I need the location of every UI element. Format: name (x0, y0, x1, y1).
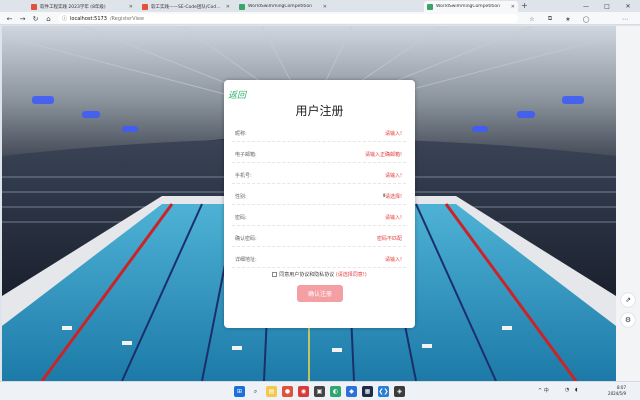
app-icon[interactable]: ▣ (314, 386, 325, 397)
tab-title: 软件工程实践 2023学年 (8年级) (40, 4, 106, 10)
page-title: 用户注册 (295, 104, 344, 118)
network-icon[interactable]: ◔ (565, 387, 569, 393)
email-input[interactable] (264, 148, 364, 160)
url-path: /RegisterView (109, 15, 145, 22)
tab-title: WorldSwimmingCompetition (248, 4, 312, 9)
search-icon[interactable]: ⌕ (250, 386, 261, 397)
system-tray[interactable]: ^ 中 (538, 387, 549, 394)
register-submit-button[interactable]: 确认注册 (297, 285, 343, 302)
register-card: 返回 用户注册 昵称: 请输入! 电子邮箱: 请输入正确邮箱! 手机号: 请输入… (224, 80, 415, 328)
nickname-input[interactable] (258, 127, 358, 139)
extensions-icon[interactable]: ⧉ (545, 14, 555, 24)
home-icon[interactable]: ⌂ (43, 13, 54, 24)
password-input[interactable] (258, 211, 358, 223)
tab-close-icon[interactable]: ✕ (511, 4, 515, 10)
field-address: 详细地址: 请输入! (232, 252, 406, 268)
settings-icon[interactable]: ⚙ (621, 313, 635, 327)
browser-tab-2[interactable]: 软工实践——SE-Code团队/Codeb... ✕ (139, 1, 233, 12)
tab-favicon-icon (427, 3, 433, 10)
volume-icon[interactable]: ◖ (575, 387, 578, 393)
tab-close-icon[interactable]: ✕ (129, 4, 133, 10)
confirm-password-input[interactable] (264, 232, 364, 244)
url-host: localhost:5173 (70, 15, 107, 22)
edge-browser-icon[interactable]: ◐ (330, 386, 341, 397)
app-icon[interactable]: ▦ (362, 386, 373, 397)
site-info-icon[interactable]: ⓘ (62, 15, 67, 22)
more-icon[interactable]: ⋯ (620, 14, 630, 24)
field-gender: 性别: ⬍ 请选择! (232, 189, 406, 205)
agreement-checkbox[interactable] (272, 272, 278, 277)
field-label: 手机号: (235, 173, 252, 179)
error-message: 请选择! (384, 194, 402, 200)
app-icon[interactable]: ◆ (346, 386, 357, 397)
error-message: 请输入! (384, 173, 402, 179)
reload-icon[interactable]: ↻ (30, 13, 41, 24)
tab-favicon-icon (31, 3, 37, 10)
favorites-icon[interactable]: ★ (563, 14, 573, 24)
address-toolbar: ← → ↻ ⌂ ⓘ localhost:5173/RegisterView ☆ … (0, 12, 640, 25)
tab-bar: 软件工程实践 2023学年 (8年级) ✕ 软工实践——SE-Code团队/Co… (0, 0, 640, 12)
field-nickname: 昵称: 请输入! (232, 126, 406, 142)
tab-close-icon[interactable]: ✕ (226, 4, 230, 10)
close-window-button[interactable]: ✕ (618, 0, 638, 12)
url-bar[interactable]: ⓘ localhost:5173/RegisterView (58, 14, 518, 23)
browser-tab-1[interactable]: 软件工程实践 2023学年 (8年级) ✕ (28, 1, 136, 12)
error-message: 密码不匹配 (376, 236, 402, 242)
address-input[interactable] (264, 253, 364, 265)
tab-favicon-icon (239, 3, 245, 10)
field-confirm-password: 确认密码: 密码不匹配 (232, 231, 406, 247)
taskbar-clock[interactable]: 8:07 2024/5/9 (608, 385, 626, 397)
start-icon[interactable]: ⊞ (234, 386, 245, 397)
gender-select[interactable] (258, 190, 358, 202)
field-password: 密码: 请输入! (232, 210, 406, 226)
field-label: 详细地址: (235, 257, 257, 263)
field-label: 电子邮箱: (235, 152, 257, 158)
app-icon[interactable]: ● (282, 386, 293, 397)
vscode-icon[interactable]: ❮❯ (378, 386, 389, 397)
phone-input[interactable] (258, 169, 358, 181)
field-label: 密码: (235, 215, 247, 221)
error-message: 请输入! (384, 131, 402, 137)
field-label: 确认密码: (235, 236, 257, 242)
agreement-text[interactable]: 同意用户协议和隐私协议 (279, 272, 334, 278)
maximize-button[interactable]: □ (597, 0, 617, 12)
back-link[interactable]: 返回 (228, 88, 246, 101)
field-email: 电子邮箱: 请输入正确邮箱! (232, 147, 406, 163)
star-icon[interactable]: ☆ (527, 14, 537, 24)
tab-title: 软工实践——SE-Code团队/Codeb... (151, 4, 223, 10)
agreement-warning: (请选择同意!) (335, 272, 367, 278)
taskbar: ⊞ ⌕ ▤ ● ◉ ▣ ◐ ◆ ▦ ❮❯ ◈ ^ 中 ◔ ◖ 8:07 2024… (0, 381, 640, 400)
tab-title: WorldSwimmingCompetition (436, 4, 500, 9)
new-tab-button[interactable]: + (521, 1, 528, 10)
tab-close-icon[interactable]: ✕ (323, 4, 327, 10)
edge-sidebar: ⇗ ⚙ (616, 26, 640, 381)
error-message: 请输入! (384, 257, 402, 263)
back-arrow-icon[interactable]: ← (4, 13, 15, 24)
app-icon[interactable]: ◈ (394, 386, 405, 397)
browser-tab-4-active[interactable]: WorldSwimmingCompetition ✕ (424, 1, 518, 12)
browser-tab-3[interactable]: WorldSwimmingCompetition ✕ (236, 1, 330, 12)
field-label: 昵称: (235, 131, 247, 137)
clock-date: 2024/5/9 (608, 391, 626, 396)
file-explorer-icon[interactable]: ▤ (266, 386, 277, 397)
share-icon[interactable]: ⇗ (621, 293, 635, 307)
field-phone: 手机号: 请输入! (232, 168, 406, 184)
error-message: 请输入! (384, 215, 402, 221)
agreement-row: 同意用户协议和隐私协议 (请选择同意!) (224, 271, 415, 278)
app-icon[interactable]: ◉ (298, 386, 309, 397)
tab-favicon-icon (142, 3, 148, 10)
error-message: 请输入正确邮箱! (364, 152, 402, 158)
minimize-button[interactable]: — (576, 0, 596, 12)
field-label: 性别: (235, 194, 247, 200)
profile-icon[interactable]: ◯ (581, 14, 591, 24)
forward-arrow-icon[interactable]: → (17, 13, 28, 24)
